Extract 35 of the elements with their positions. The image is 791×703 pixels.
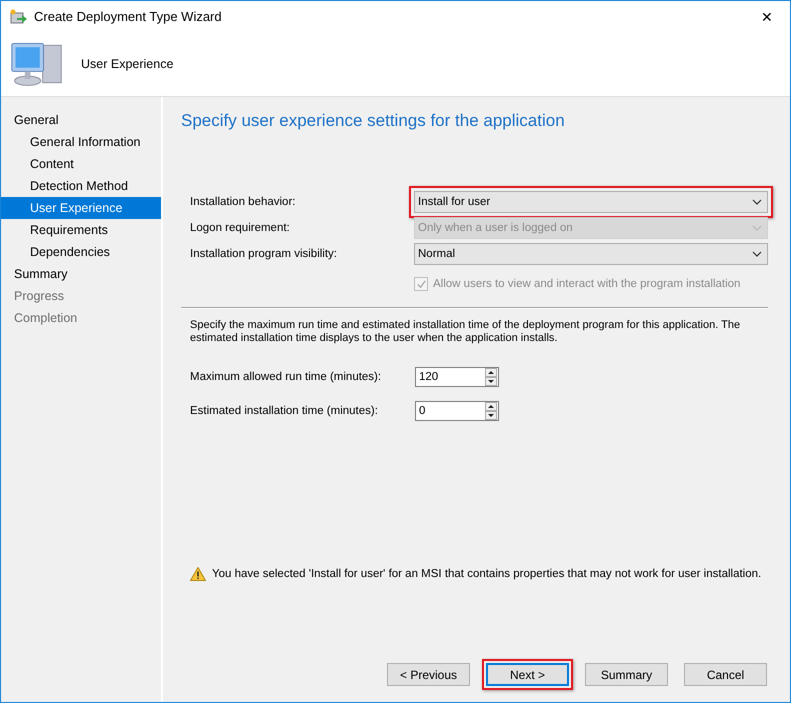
sidebar-item[interactable]: Content	[1, 153, 161, 175]
sidebar-item[interactable]: Requirements	[1, 219, 161, 241]
setting-label: Installation program visibility:	[190, 248, 338, 260]
dropdown[interactable]: Install for user	[414, 191, 768, 213]
sidebar-item[interactable]: Summary	[1, 263, 161, 285]
number-spinner[interactable]: 0	[415, 401, 499, 421]
wizard-button[interactable]: < Previous	[387, 663, 470, 686]
page-heading: Specify user experience settings for the application	[181, 111, 566, 131]
wizard-button[interactable]: Next >	[486, 663, 569, 686]
description-text: Specify the maximum run time and estimated installation time of the deployment program for this application. The estimated installation time displays to the user when the application installs.	[189, 319, 742, 345]
dropdown[interactable]: Normal	[414, 243, 768, 265]
close-button[interactable]: ✕	[744, 8, 790, 24]
setting-label: Logon requirement:	[190, 222, 291, 234]
sidebar-item[interactable]: Dependencies	[1, 241, 161, 263]
wizard-button[interactable]: Summary	[585, 663, 668, 686]
setting-label: Installation behavior:	[190, 196, 296, 208]
window-title: Create Deployment Type Wizard	[34, 9, 223, 24]
warning-text: You have selected 'Install for user' for an MSI that contains properties that may not work for user installation.	[212, 568, 762, 580]
wizard-button[interactable]: Cancel	[684, 663, 767, 686]
wizard-icon	[10, 8, 28, 24]
sidebar-item[interactable]: Detection Method	[1, 175, 161, 197]
sidebar-item[interactable]: General Information	[1, 131, 161, 153]
spinner-arrows-icon	[485, 368, 497, 386]
warning-icon	[190, 567, 206, 581]
time-label: Estimated installation time (minutes):	[190, 405, 379, 417]
chevron-down-icon	[752, 199, 762, 205]
sidebar-item[interactable]: General	[1, 109, 161, 131]
chevron-down-icon	[752, 251, 762, 257]
number-spinner[interactable]: 120	[415, 367, 499, 387]
checkbox-label: Allow users to view and interact with the program installation	[433, 278, 740, 290]
page-header-title: User Experience	[81, 57, 174, 71]
time-label: Maximum allowed run time (minutes):	[190, 371, 382, 383]
sidebar-item[interactable]: User Experience	[1, 197, 161, 219]
chevron-down-icon	[752, 225, 762, 231]
spinner-arrows-icon	[485, 402, 497, 420]
